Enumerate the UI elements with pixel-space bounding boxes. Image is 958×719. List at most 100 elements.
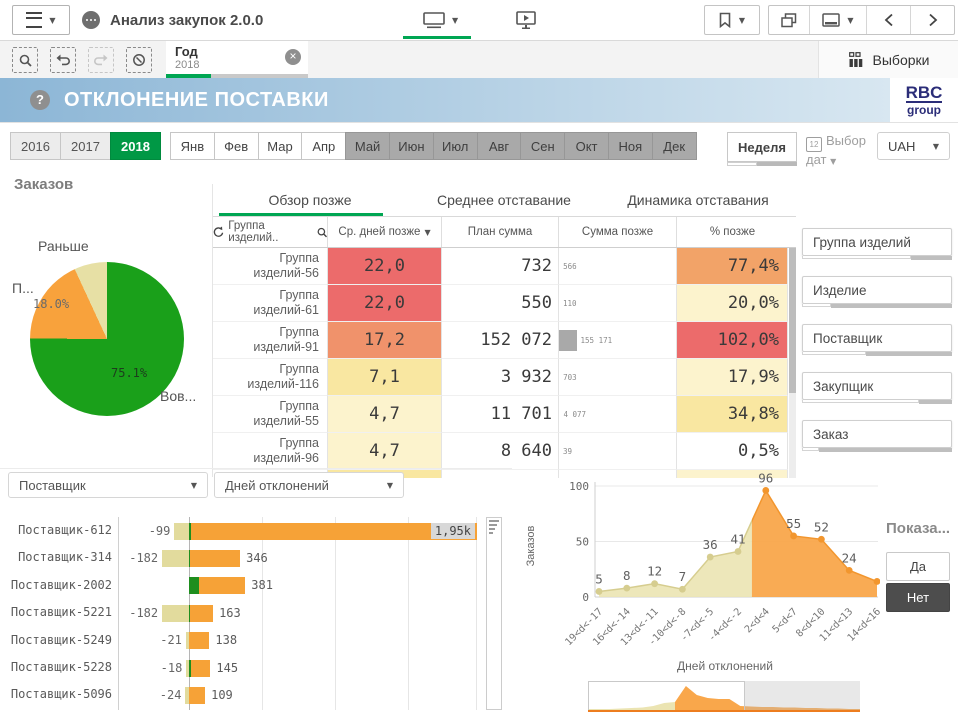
filter-box-Поставщик[interactable]: Поставщик xyxy=(802,324,952,352)
late-pct-cell[interactable]: 20,0% xyxy=(677,285,788,322)
tab-average-lag[interactable]: Среднее отставание xyxy=(407,184,601,216)
plan-sum-cell[interactable]: 550 xyxy=(442,285,559,322)
column-header-plan-sum[interactable]: План сумма xyxy=(442,217,559,247)
month-button-Фев[interactable]: Фев xyxy=(214,132,259,160)
filter-box-Заказ[interactable]: Заказ xyxy=(802,420,952,448)
plan-sum-cell[interactable]: 732 xyxy=(442,248,559,285)
on-time-bar[interactable] xyxy=(189,577,199,594)
late-bar[interactable] xyxy=(191,660,211,677)
late-pct-cell[interactable]: 102,0% xyxy=(677,322,788,359)
close-icon[interactable]: × xyxy=(285,49,301,65)
presentation-icon[interactable] xyxy=(516,11,536,29)
plan-sum-cell[interactable]: 152 072 xyxy=(442,322,559,359)
early-bar[interactable] xyxy=(162,605,189,622)
bar-category-label[interactable]: Поставщик-2002 xyxy=(0,572,112,599)
month-button-Авг[interactable]: Авг xyxy=(477,132,522,160)
selections-tool-button[interactable]: Выборки xyxy=(818,41,958,78)
late-bar[interactable] xyxy=(189,687,205,704)
late-sum-cell[interactable]: 703 xyxy=(559,359,677,396)
month-button-Май[interactable]: Май xyxy=(345,132,390,160)
late-bar[interactable] xyxy=(190,605,213,622)
avg-days-cell[interactable]: 4,7 xyxy=(328,396,442,433)
avg-days-cell[interactable]: 17,2 xyxy=(328,322,442,359)
table-row[interactable]: Группаизделий-554,711 7014 07734,8% xyxy=(213,396,796,433)
bar-category-label[interactable]: Поставщик-5228 xyxy=(0,654,112,681)
bar-chart-scrollbar[interactable] xyxy=(486,517,502,710)
month-button-Янв[interactable]: Янв xyxy=(170,132,215,160)
month-button-Июл[interactable]: Июл xyxy=(433,132,478,160)
measure-dropdown[interactable]: Дней отклонений ▼ xyxy=(214,472,404,498)
undo-selection-button[interactable] xyxy=(50,47,76,73)
late-bar[interactable] xyxy=(199,577,246,594)
table-row[interactable]: Группаизделий-5622,073256677,4% xyxy=(213,248,796,285)
supplier-bar-chart[interactable]: -991,95k-182346381-182163-21138-18145-24… xyxy=(118,517,479,710)
month-button-Ноя[interactable]: Ноя xyxy=(608,132,653,160)
smart-search-button[interactable] xyxy=(12,47,38,73)
deviation-area-chart[interactable]: 05010058127364196555224-19<d<-17-16<d<-1… xyxy=(517,470,880,645)
late-pct-cell[interactable]: 17,9% xyxy=(677,359,788,396)
search-icon[interactable] xyxy=(317,227,327,238)
prev-sheet-button[interactable] xyxy=(867,6,911,34)
filter-box-Закупщик[interactable]: Закупщик xyxy=(802,372,952,400)
late-pct-cell[interactable]: 77,4% xyxy=(677,248,788,285)
range-navigator-window[interactable] xyxy=(588,681,745,712)
month-button-Апр[interactable]: Апр xyxy=(301,132,346,160)
menu-button[interactable]: ▼ xyxy=(12,5,70,35)
sheet-list-button[interactable]: ▼ xyxy=(810,6,867,34)
year-button-2018[interactable]: 2018 xyxy=(110,132,161,160)
table-row[interactable]: Группаизделий-964,78 640390,5% xyxy=(213,433,796,470)
avg-days-cell[interactable]: 22,0 xyxy=(328,248,442,285)
tab-lag-dynamics[interactable]: Динамика отставания xyxy=(601,184,795,216)
bar-category-label[interactable]: Поставщик-5096 xyxy=(0,681,112,708)
bar-category-label[interactable]: Поставщик-5221 xyxy=(0,599,112,626)
help-icon[interactable]: ? xyxy=(30,90,50,110)
redo-selection-button[interactable] xyxy=(88,47,114,73)
plan-sum-cell[interactable]: 8 640 xyxy=(442,433,559,470)
late-sum-cell[interactable]: 566 xyxy=(559,248,677,285)
plan-sum-cell[interactable]: 11 701 xyxy=(442,396,559,433)
table-row[interactable]: Группаизделий-1167,13 93270317,9% xyxy=(213,359,796,396)
column-header-late-sum[interactable]: Сумма позже xyxy=(559,217,677,247)
supplier-dimension-dropdown[interactable]: Поставщик ▼ xyxy=(8,472,208,498)
month-button-Июн[interactable]: Июн xyxy=(389,132,434,160)
late-pct-cell[interactable]: 34,8% xyxy=(677,396,788,433)
plan-sum-cell[interactable]: 3 932 xyxy=(442,359,559,396)
column-header-group[interactable]: Группа изделий.. xyxy=(213,217,328,247)
tab-late-overview[interactable]: Обзор позже xyxy=(213,184,407,216)
late-sum-cell[interactable]: 39 xyxy=(559,433,677,470)
selection-chip-year[interactable]: Год 2018 × xyxy=(166,41,308,74)
table-row[interactable]: Группаизделий-6122,055011020,0% xyxy=(213,285,796,322)
table-scrollbar[interactable] xyxy=(789,248,796,478)
view-caret-icon[interactable]: ▼ xyxy=(452,16,458,25)
date-picker-button[interactable]: 12Выбор дат ▼ xyxy=(806,133,868,169)
month-button-Дек[interactable]: Дек xyxy=(652,132,697,160)
next-sheet-button[interactable] xyxy=(911,6,954,34)
clear-selections-button[interactable] xyxy=(126,47,152,73)
month-button-Окт[interactable]: Окт xyxy=(564,132,609,160)
show-no-button[interactable]: Нет xyxy=(886,583,950,612)
late-sum-cell[interactable]: 110 xyxy=(559,285,677,322)
refresh-icon[interactable] xyxy=(213,226,224,238)
avg-days-cell[interactable]: 7,1 xyxy=(328,359,442,396)
early-bar[interactable] xyxy=(162,550,189,567)
sheet-view-icon[interactable] xyxy=(423,12,445,29)
late-sum-cell[interactable]: 155 171 xyxy=(559,322,677,359)
late-sum-cell[interactable]: 4 077 xyxy=(559,396,677,433)
late-bar[interactable] xyxy=(189,632,209,649)
week-filter-button[interactable]: Неделя xyxy=(727,132,797,162)
filter-box-Группа изделий[interactable]: Группа изделий xyxy=(802,228,952,256)
early-bar[interactable] xyxy=(174,523,189,540)
late-pct-cell[interactable]: 0,5% xyxy=(677,433,788,470)
month-button-Мар[interactable]: Мар xyxy=(258,132,303,160)
bar-category-label[interactable]: Поставщик-314 xyxy=(0,544,112,571)
year-button-2017[interactable]: 2017 xyxy=(60,132,111,160)
table-row[interactable]: Группаизделий-9117,2152 072155 171102,0% xyxy=(213,322,796,359)
avg-days-cell[interactable]: 22,0 xyxy=(328,285,442,322)
show-yes-button[interactable]: Да xyxy=(886,552,950,581)
year-button-2016[interactable]: 2016 xyxy=(10,132,61,160)
bar-category-label[interactable]: Поставщик-5249 xyxy=(0,627,112,654)
duplicate-sheet-button[interactable] xyxy=(769,6,810,34)
currency-dropdown[interactable]: UAH ▼ xyxy=(877,132,950,160)
filter-box-Изделие[interactable]: Изделие xyxy=(802,276,952,304)
late-bar[interactable] xyxy=(190,550,240,567)
